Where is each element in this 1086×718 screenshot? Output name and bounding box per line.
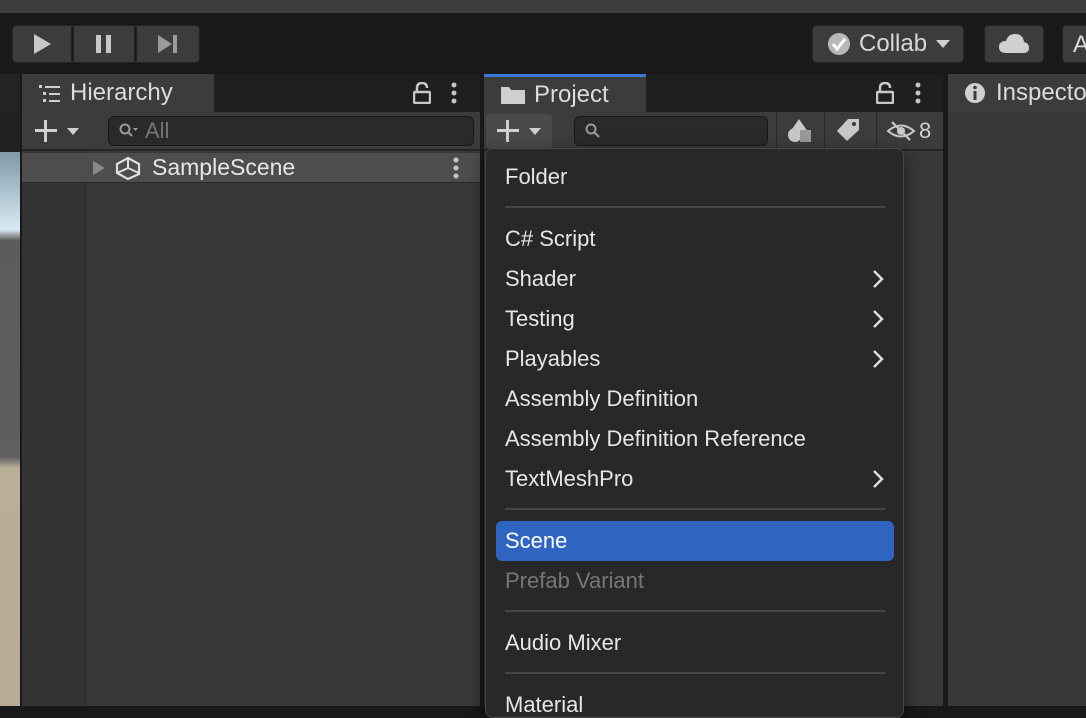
hierarchy-list-icon	[39, 85, 60, 102]
eye-slash-icon	[886, 121, 916, 141]
hierarchy-tab-label: Hierarchy	[70, 79, 173, 106]
hierarchy-scene-row[interactable]: SampleScene	[22, 153, 480, 183]
menu-item-label: Prefab Variant	[505, 568, 645, 593]
plus-icon	[497, 120, 519, 142]
hierarchy-search-placeholder: All	[145, 118, 170, 143]
project-toolbar: 8	[484, 112, 943, 150]
project-tab-label: Project	[534, 80, 609, 108]
collab-check-icon	[828, 33, 850, 55]
menu-item-testing[interactable]: Testing	[496, 299, 894, 339]
tab-hierarchy[interactable]: Hierarchy	[22, 74, 214, 112]
pause-icon	[96, 35, 111, 53]
lock-icon[interactable]	[876, 82, 894, 104]
lock-icon[interactable]	[413, 82, 431, 104]
step-icon	[158, 35, 177, 53]
menu-item-assembly-definition-reference[interactable]: Assembly Definition Reference	[496, 419, 894, 459]
scene-kebab-icon[interactable]	[452, 157, 460, 179]
menu-item-label: C# Script	[505, 226, 596, 251]
hierarchy-create-button[interactable]	[34, 119, 86, 143]
submenu-arrow-icon	[873, 310, 884, 328]
menu-item-shader[interactable]: Shader	[496, 259, 894, 299]
inspector-panel: Inspector	[948, 74, 1086, 706]
menu-item-playables[interactable]: Playables	[496, 339, 894, 379]
menu-item-csharp-script[interactable]: C# Script	[496, 219, 894, 259]
hierarchy-search-input[interactable]: All	[108, 116, 474, 146]
project-tab-bar: Project	[484, 74, 943, 112]
kebab-menu-icon[interactable]	[450, 82, 458, 104]
menu-item-label: Folder	[505, 164, 568, 189]
cloud-button[interactable]	[984, 25, 1044, 63]
menu-item-label: Scene	[505, 528, 568, 553]
play-button[interactable]	[12, 25, 72, 63]
scene-tab-sliver	[0, 74, 20, 112]
project-create-button[interactable]	[486, 114, 552, 148]
inspector-tab-label: Inspector	[996, 79, 1086, 106]
hierarchy-toolbar: All	[22, 112, 480, 150]
menu-item-audio-mixer[interactable]: Audio Mixer	[496, 623, 894, 663]
pause-button[interactable]	[73, 25, 135, 63]
toolbar-divider	[824, 112, 825, 150]
menu-item-label: Testing	[505, 306, 575, 331]
menu-item-label: Audio Mixer	[505, 630, 622, 655]
tab-inspector[interactable]: Inspector	[948, 74, 1086, 112]
unity-scene-icon	[115, 156, 141, 180]
search-filter-icon	[119, 123, 138, 137]
hierarchy-panel: Hierarchy All SampleScene	[22, 74, 480, 706]
folder-icon	[501, 86, 525, 104]
menu-separator	[505, 672, 885, 674]
menu-item-material[interactable]: Material	[496, 685, 894, 717]
menu-item-label: Shader	[505, 266, 576, 291]
menu-item-label: Assembly Definition	[505, 386, 699, 411]
window-top-strip	[0, 0, 1086, 14]
hierarchy-tree: SampleScene	[22, 151, 480, 706]
hierarchy-gutter	[22, 151, 86, 706]
project-search-input[interactable]	[574, 116, 768, 146]
account-button[interactable]: A	[1062, 25, 1086, 63]
menu-item-textmeshpro[interactable]: TextMeshPro	[496, 459, 894, 499]
scene-view-sliver	[0, 74, 20, 706]
hidden-packages-count: 8	[919, 118, 932, 143]
menu-item-label: Assembly Definition Reference	[505, 426, 806, 451]
filter-by-label-icon[interactable]	[836, 118, 862, 142]
collab-label: Collab	[859, 30, 928, 57]
toolbar-divider	[776, 112, 777, 150]
main-toolbar: Collab A	[0, 15, 1086, 73]
submenu-arrow-icon	[873, 270, 884, 288]
chevron-down-icon	[67, 127, 79, 135]
submenu-arrow-icon	[873, 470, 884, 488]
kebab-menu-icon[interactable]	[914, 82, 922, 104]
scene-viewport[interactable]	[0, 152, 20, 706]
menu-item-label: TextMeshPro	[505, 466, 634, 491]
play-icon	[34, 34, 51, 54]
filter-by-type-icon[interactable]	[786, 118, 812, 144]
menu-item-assembly-definition[interactable]: Assembly Definition	[496, 379, 894, 419]
menu-separator	[505, 508, 885, 510]
tab-project[interactable]: Project	[484, 74, 646, 112]
toolbar-divider	[876, 112, 877, 150]
scene-name: SampleScene	[152, 154, 296, 180]
menu-item-label: Material	[505, 692, 584, 717]
hierarchy-tab-bar: Hierarchy	[22, 74, 480, 112]
chevron-down-icon	[936, 40, 951, 48]
menu-separator	[505, 206, 885, 208]
chevron-down-icon	[529, 127, 541, 135]
menu-item-label: Playables	[505, 346, 601, 371]
menu-item-scene[interactable]: Scene	[496, 521, 894, 561]
cloud-icon	[999, 34, 1029, 53]
menu-separator	[505, 610, 885, 612]
expand-arrow-icon[interactable]	[92, 160, 106, 176]
menu-item-prefab-variant: Prefab Variant	[496, 561, 894, 601]
step-button[interactable]	[136, 25, 200, 63]
info-icon	[965, 83, 985, 103]
search-icon	[585, 123, 600, 138]
menu-item-folder[interactable]: Folder	[496, 157, 894, 197]
plus-icon	[35, 120, 57, 142]
hidden-packages-toggle[interactable]: 8	[886, 117, 942, 145]
create-context-menu: Folder C# Script Shader Testing Playable…	[485, 148, 904, 718]
collab-button[interactable]: Collab	[812, 25, 964, 63]
submenu-arrow-icon	[873, 350, 884, 368]
